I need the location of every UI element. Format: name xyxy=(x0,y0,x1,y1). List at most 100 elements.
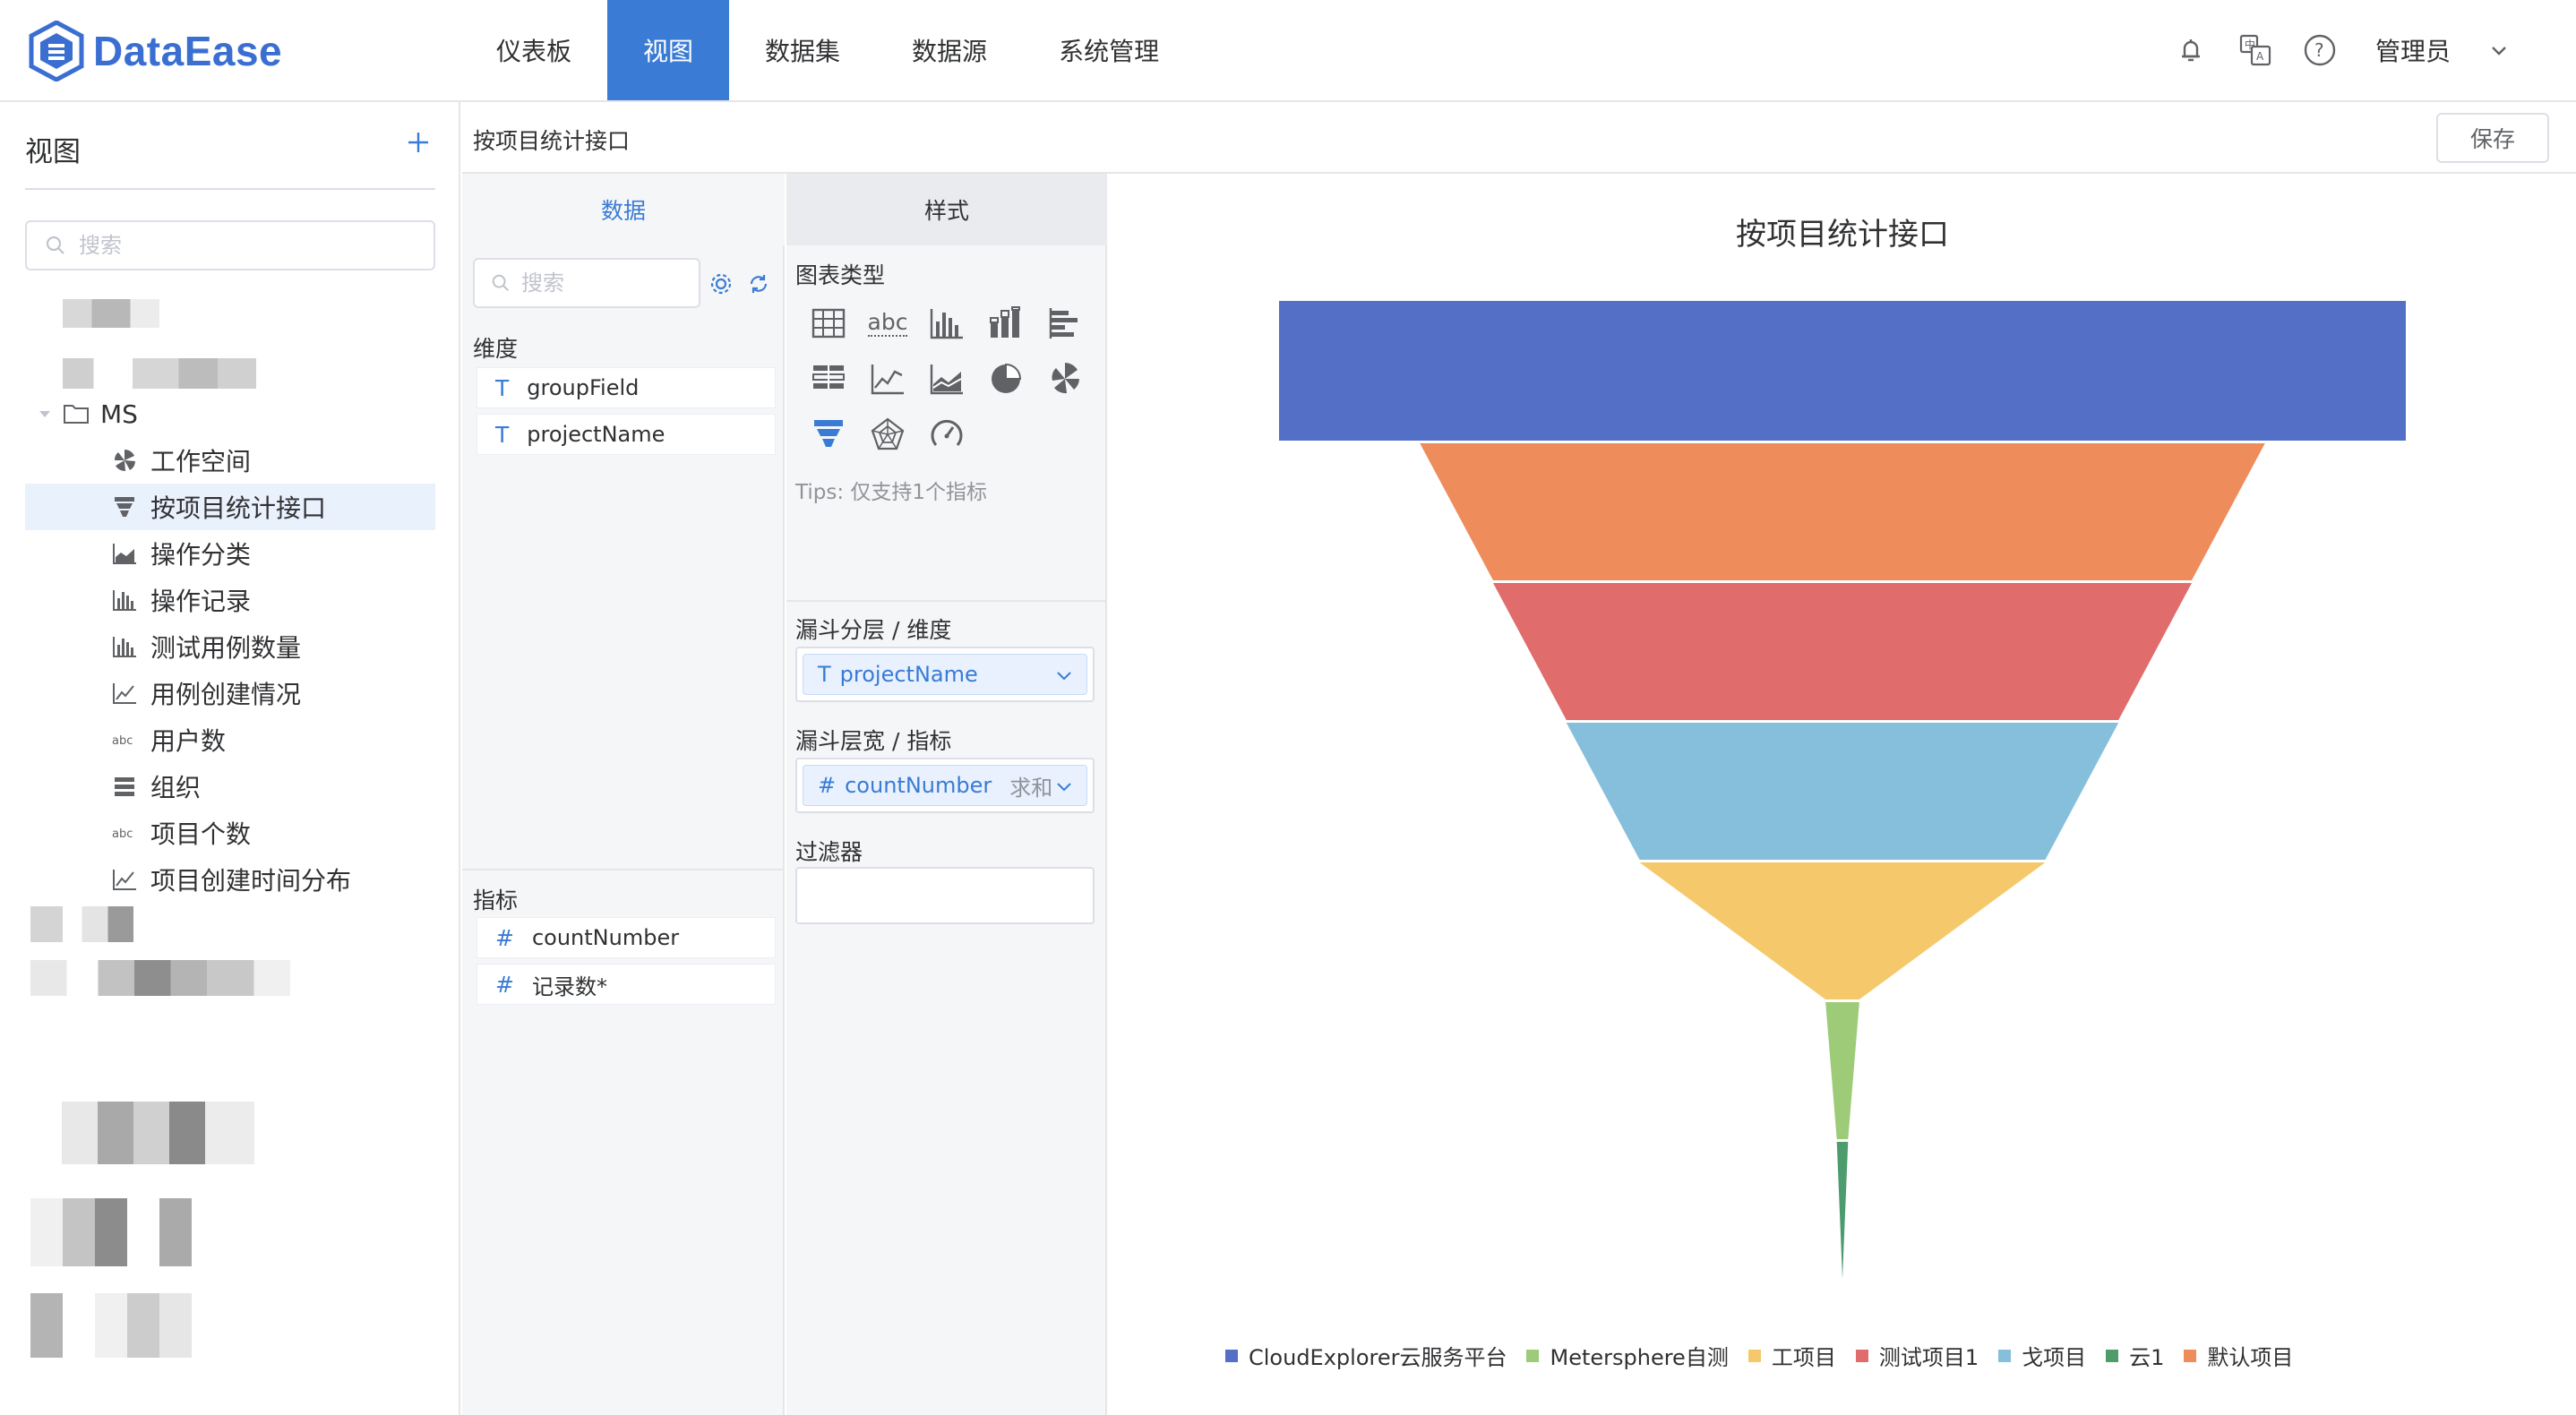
tree-item-label: 操作分类 xyxy=(150,540,252,570)
radar-chart-icon[interactable] xyxy=(867,414,908,455)
pie-chart-icon[interactable] xyxy=(985,358,1026,399)
funnel-dimension-dropzone[interactable]: T projectName xyxy=(795,647,1095,702)
funnel-stage[interactable] xyxy=(1493,583,2192,720)
tree-item-view[interactable]: 操作记录 xyxy=(25,577,435,623)
dimension-field-projectname[interactable]: T projectName xyxy=(477,414,776,455)
nav-item-view[interactable]: 视图 xyxy=(607,0,730,100)
tab-data[interactable]: 数据 xyxy=(462,174,785,245)
legend-item[interactable]: 默认项目 xyxy=(2184,1340,2293,1371)
legend-swatch xyxy=(1747,1349,1761,1362)
text-card-icon: abc xyxy=(111,726,138,753)
tree-item-view[interactable]: 组织 xyxy=(25,763,435,810)
gear-icon[interactable] xyxy=(709,272,733,296)
sidebar-search[interactable] xyxy=(25,220,435,270)
dataease-logo-icon xyxy=(29,21,84,81)
sidebar-search-input[interactable] xyxy=(79,233,419,258)
legend-item[interactable]: 测试项目1 xyxy=(1855,1340,1979,1371)
tree-item-label: 工作空间 xyxy=(150,447,252,476)
stacked-horizontal-bar-icon[interactable] xyxy=(808,358,849,399)
user-menu[interactable]: 管理员 xyxy=(2375,32,2451,68)
tree-item-view[interactable]: 按项目统计接口 xyxy=(25,484,435,530)
number-field-icon: # xyxy=(495,971,514,998)
tree-item-view[interactable]: 工作空间 xyxy=(25,437,435,484)
legend-item[interactable]: 云1 xyxy=(2106,1340,2164,1371)
view-title: 按项目统计接口 xyxy=(473,128,631,154)
horizontal-bar-chart-icon xyxy=(111,773,138,800)
rose-chart-icon[interactable] xyxy=(1044,358,1086,399)
line-chart-icon[interactable] xyxy=(867,358,908,399)
chevron-down-icon[interactable] xyxy=(2488,39,2510,61)
svg-text:中: 中 xyxy=(2245,38,2255,51)
view-sidebar: 视图 MS 工作空间按项目统计接口操作分类操作记录测试用例数量用例创建情况 abc… xyxy=(0,102,460,1415)
legend-swatch xyxy=(1526,1349,1540,1362)
text-field-icon: T xyxy=(818,662,831,687)
tab-style-label: 样式 xyxy=(923,198,969,224)
view-title-bar: 按项目统计接口 保存 xyxy=(462,102,2576,174)
text-card-icon[interactable]: abc xyxy=(867,303,908,344)
table-icon[interactable] xyxy=(808,303,849,344)
sidebar-divider xyxy=(25,188,435,190)
number-field-icon: # xyxy=(818,773,837,798)
horizontal-bar-icon[interactable] xyxy=(1044,303,1086,344)
dimension-field-groupfield[interactable]: T groupField xyxy=(477,367,776,408)
help-icon[interactable]: ? xyxy=(2300,30,2340,70)
field-search-input[interactable] xyxy=(521,270,691,296)
area-chart-icon[interactable] xyxy=(926,358,967,399)
add-icon[interactable] xyxy=(405,129,432,156)
tab-style[interactable]: 样式 xyxy=(786,174,1107,245)
funnel-stage[interactable] xyxy=(1566,723,2119,860)
tree-item-view[interactable]: 用例创建情况 xyxy=(25,670,435,716)
gauge-chart-icon[interactable] xyxy=(926,414,967,455)
chevron-down-icon[interactable] xyxy=(1054,776,1074,796)
legend-item[interactable]: CloudExplorer云服务平台 xyxy=(1225,1340,1507,1371)
funnel-chart xyxy=(1279,301,2406,1279)
legend-label: 工项目 xyxy=(1771,1345,1836,1370)
tree-folder-label: MS xyxy=(100,399,138,429)
legend-item[interactable]: 工项目 xyxy=(1747,1340,1836,1371)
legend-swatch xyxy=(2184,1349,2197,1362)
funnel-stage[interactable] xyxy=(1639,862,2046,999)
funnel-dimension-chip[interactable]: T projectName xyxy=(803,654,1087,695)
nav-item-dashboard[interactable]: 仪表板 xyxy=(460,0,607,100)
funnel-stage[interactable] xyxy=(1825,1002,1859,1139)
bar-chart-icon[interactable] xyxy=(926,303,967,344)
funnel-measure-chip[interactable]: # countNumber 求和 xyxy=(803,765,1087,806)
tree-item-view[interactable]: 项目创建时间分布 xyxy=(25,856,435,903)
tree-folder-ms[interactable]: MS xyxy=(25,390,435,437)
tree-item-view[interactable]: abc 用户数 xyxy=(25,716,435,763)
legend-item[interactable]: Metersphere自测 xyxy=(1526,1340,1729,1371)
nav-item-datasource[interactable]: 数据源 xyxy=(876,0,1023,100)
nav-item-dataset[interactable]: 数据集 xyxy=(729,0,876,100)
funnel-measure-dropzone[interactable]: # countNumber 求和 xyxy=(795,758,1095,813)
caret-down-icon[interactable] xyxy=(38,407,52,421)
panel-divider xyxy=(786,600,1105,602)
measure-field-record-count[interactable]: # 记录数* xyxy=(477,964,776,1005)
funnel-stage[interactable] xyxy=(1420,443,2265,580)
measure-field-countnumber[interactable]: # countNumber xyxy=(477,917,776,958)
funnel-stage[interactable] xyxy=(1836,1142,1849,1279)
app-logo[interactable]: DataEase xyxy=(29,20,282,82)
legend-label: 默认项目 xyxy=(2207,1345,2294,1370)
text-card-icon: abc xyxy=(111,819,138,846)
tree-item-view[interactable]: 测试用例数量 xyxy=(25,623,435,670)
tree-item-view[interactable]: abc 项目个数 xyxy=(25,810,435,856)
translate-icon[interactable]: 中A xyxy=(2236,30,2275,70)
nav-item-system[interactable]: 系统管理 xyxy=(1023,0,1195,100)
funnel-chart-icon[interactable] xyxy=(808,414,849,455)
legend-item[interactable]: 戈项目 xyxy=(1998,1340,2086,1371)
funnel-measure-label: 漏斗层宽 / 指标 xyxy=(795,728,952,754)
notification-icon[interactable] xyxy=(2171,30,2211,70)
obscured-tree-item xyxy=(63,358,256,389)
chevron-down-icon[interactable] xyxy=(1054,665,1074,685)
text-field-icon: T xyxy=(495,421,510,448)
refresh-icon[interactable] xyxy=(747,272,770,296)
svg-text:abc: abc xyxy=(112,734,133,748)
filter-label: 过滤器 xyxy=(795,839,863,865)
filter-dropzone[interactable] xyxy=(795,867,1095,924)
field-search[interactable] xyxy=(473,258,700,308)
save-button[interactable]: 保存 xyxy=(2436,113,2549,163)
tree-item-view[interactable]: 操作分类 xyxy=(25,530,435,577)
funnel-stage[interactable] xyxy=(1279,301,2406,441)
tree-item-label: 项目创建时间分布 xyxy=(150,866,352,896)
stacked-bar-icon[interactable] xyxy=(985,303,1026,344)
